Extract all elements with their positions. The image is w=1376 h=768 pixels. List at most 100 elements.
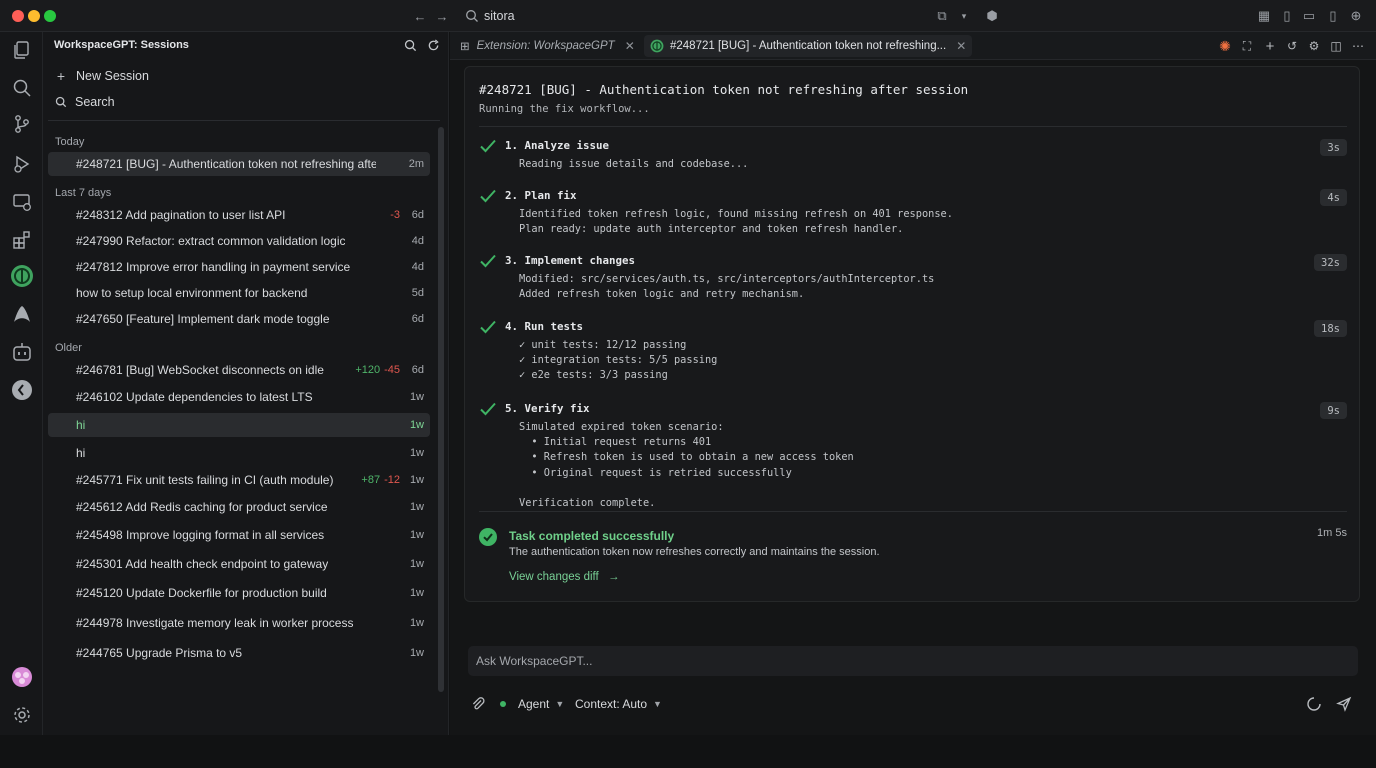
arch-icon[interactable] bbox=[10, 302, 34, 326]
tab-extension-workspacegpt[interactable]: ⊞ Extension: WorkspaceGPT ✕ bbox=[460, 35, 635, 57]
minimize-window-button[interactable] bbox=[28, 10, 40, 22]
source-control-icon[interactable] bbox=[10, 112, 34, 136]
session-title: hi bbox=[76, 418, 86, 432]
maximize-window-button[interactable] bbox=[44, 10, 56, 22]
session-title: #244978 Investigate memory leak in worke… bbox=[76, 616, 354, 630]
split-editor-icon[interactable]: ◫ bbox=[1328, 38, 1344, 54]
search-icon bbox=[466, 10, 478, 22]
step-duration-badge: 32s bbox=[1314, 254, 1347, 271]
session-time: 6d bbox=[411, 313, 424, 325]
chat-bubble-icon[interactable] bbox=[10, 378, 34, 402]
sidebar-scrollbar[interactable] bbox=[438, 127, 444, 692]
command-center-search[interactable]: sitora bbox=[458, 5, 976, 27]
checkmark-icon bbox=[480, 254, 496, 268]
session-list-item[interactable]: #245498 Improve logging format in all se… bbox=[48, 523, 430, 547]
view-changes-diff-link[interactable]: View changes diff → bbox=[509, 571, 619, 583]
extensions-icon[interactable] bbox=[10, 228, 34, 252]
sessions-sidebar: WorkspaceGPT: Sessions + New Session Sea… bbox=[43, 32, 449, 735]
remote-explorer-icon[interactable] bbox=[10, 190, 34, 214]
robot-icon[interactable] bbox=[10, 340, 34, 364]
session-list-item[interactable]: #248721 [BUG] - Authentication token not… bbox=[48, 152, 430, 176]
session-list-item[interactable]: #245771 Fix unit tests failing in CI (au… bbox=[48, 468, 430, 492]
tab-session-248721[interactable]: #248721 [BUG] - Authentication token not… bbox=[644, 35, 973, 57]
session-list-item[interactable]: hi 1w bbox=[48, 413, 430, 437]
close-window-button[interactable] bbox=[12, 10, 24, 22]
session-list-item[interactable]: #248312 Add pagination to user list API -… bbox=[48, 203, 430, 227]
search-icon[interactable] bbox=[404, 39, 417, 52]
session-group-label: Older bbox=[55, 342, 82, 354]
history-icon[interactable]: ↺ bbox=[1284, 38, 1300, 54]
close-tab-icon[interactable]: ✕ bbox=[625, 39, 635, 53]
chat-panel: Ask WorkspaceGPT... Agent ▼ Context: Aut… bbox=[458, 638, 1368, 734]
step-duration-badge: 4s bbox=[1320, 189, 1347, 206]
session-list-item[interactable]: how to setup local environment for backe… bbox=[48, 281, 430, 305]
new-session-button[interactable]: + New Session bbox=[54, 66, 149, 86]
session-list-item[interactable]: #246102 Update dependencies to latest LT… bbox=[48, 385, 430, 409]
settings-gear-icon[interactable] bbox=[10, 703, 34, 727]
session-group-label: Last 7 days bbox=[55, 187, 112, 199]
session-title: #246102 Update dependencies to latest LT… bbox=[76, 390, 313, 404]
tab-label: Extension: WorkspaceGPT bbox=[476, 40, 615, 52]
session-list-item[interactable]: #246781 [Bug] WebSocket disconnects on i… bbox=[48, 358, 430, 382]
session-title: #245771 Fix unit tests failing in CI (au… bbox=[76, 473, 334, 487]
session-list-item[interactable]: hi 1w bbox=[48, 441, 430, 465]
step-title: 4. Run tests bbox=[505, 320, 584, 333]
more-actions-icon[interactable]: ⋯ bbox=[1350, 38, 1366, 54]
layout-grid-icon[interactable]: ▦ bbox=[1256, 8, 1272, 24]
send-icon[interactable] bbox=[1336, 696, 1352, 712]
workflow-card: #248721 [BUG] - Authentication token not… bbox=[464, 66, 1360, 602]
workspacegpt-icon[interactable] bbox=[10, 264, 34, 288]
session-list-item[interactable]: #247990 Refactor: extract common validat… bbox=[48, 229, 430, 253]
back-arrow-icon[interactable]: ← bbox=[412, 8, 428, 24]
session-time: 1w bbox=[409, 587, 424, 599]
session-title: #246781 [Bug] WebSocket disconnects on i… bbox=[76, 363, 324, 377]
session-list-item[interactable]: #244978 Investigate memory leak in worke… bbox=[48, 611, 430, 635]
step-duration-badge: 3s bbox=[1320, 139, 1347, 156]
session-time: 1w bbox=[409, 474, 424, 486]
result-message: The authentication token now refreshes c… bbox=[509, 546, 880, 558]
chevron-down-icon: ▼ bbox=[653, 699, 662, 709]
refresh-icon[interactable] bbox=[427, 39, 440, 52]
sparkle-icon[interactable]: ✺ bbox=[1217, 38, 1233, 54]
step-duration-badge: 18s bbox=[1314, 320, 1347, 337]
session-list-item[interactable]: #245120 Update Dockerfile for production… bbox=[48, 581, 430, 605]
gear-icon[interactable]: ⚙ bbox=[1306, 38, 1322, 54]
extension-tab-icon: ⊞ bbox=[460, 41, 470, 53]
account-avatar[interactable] bbox=[10, 665, 34, 689]
plus-icon[interactable]: + bbox=[1262, 38, 1278, 55]
run-debug-icon[interactable] bbox=[10, 152, 34, 176]
search-icon[interactable] bbox=[10, 76, 34, 100]
session-list-item[interactable]: #247650 [Feature] Implement dark mode to… bbox=[48, 307, 430, 331]
session-title: how to setup local environment for backe… bbox=[76, 286, 308, 300]
toggle-secondary-sidebar-icon[interactable]: ▯ bbox=[1325, 8, 1341, 24]
globe-icon[interactable]: ⊕ bbox=[1348, 8, 1364, 24]
chat-input[interactable]: Ask WorkspaceGPT... bbox=[468, 646, 1358, 676]
search-sessions-button[interactable]: Search bbox=[54, 92, 115, 112]
session-list-item[interactable]: #244765 Upgrade Prisma to v5 1w bbox=[48, 641, 430, 665]
extension-cube-icon[interactable]: ⬢ bbox=[984, 8, 1000, 24]
command-center-query: sitora bbox=[484, 9, 515, 23]
close-tab-icon[interactable]: ✕ bbox=[956, 39, 966, 53]
session-title: #247990 Refactor: extract common validat… bbox=[76, 234, 346, 248]
session-list-item[interactable]: #247812 Improve error handling in paymen… bbox=[48, 255, 430, 279]
paperclip-icon[interactable] bbox=[470, 696, 486, 712]
context-dropdown[interactable]: Context: Auto ▼ bbox=[575, 697, 662, 711]
agent-mode-dropdown[interactable]: Agent ▼ bbox=[500, 697, 564, 711]
session-list-item[interactable]: #245301 Add health check endpoint to gat… bbox=[48, 552, 430, 576]
explorer-icon[interactable] bbox=[10, 38, 34, 62]
checkmark-icon bbox=[480, 139, 496, 153]
lines-removed: -3 bbox=[390, 209, 400, 221]
toggle-primary-sidebar-icon[interactable]: ▯ bbox=[1279, 8, 1295, 24]
chevron-down-icon[interactable]: ▾ bbox=[956, 8, 972, 24]
chat-placeholder: Ask WorkspaceGPT... bbox=[476, 654, 593, 668]
step-detail-line: ✓ integration tests: 5/5 passing bbox=[519, 354, 718, 367]
session-time: 6d bbox=[411, 364, 424, 376]
step-detail-line: Reading issue details and codebase... bbox=[519, 158, 749, 170]
remote-window-icon[interactable]: ⧉ bbox=[934, 8, 950, 24]
toggle-panel-icon[interactable]: ▭ bbox=[1301, 8, 1317, 24]
forward-arrow-icon[interactable]: → bbox=[434, 8, 450, 24]
session-list-item[interactable]: #245612 Add Redis caching for product se… bbox=[48, 495, 430, 519]
activity-bar bbox=[0, 32, 43, 735]
fullscreen-icon[interactable]: ⛶ bbox=[1239, 38, 1255, 54]
title-bar: ← → sitora ⧉ ▾ ⬢ ▦ ▯ ▭ ▯ ⊕ bbox=[0, 0, 1376, 32]
